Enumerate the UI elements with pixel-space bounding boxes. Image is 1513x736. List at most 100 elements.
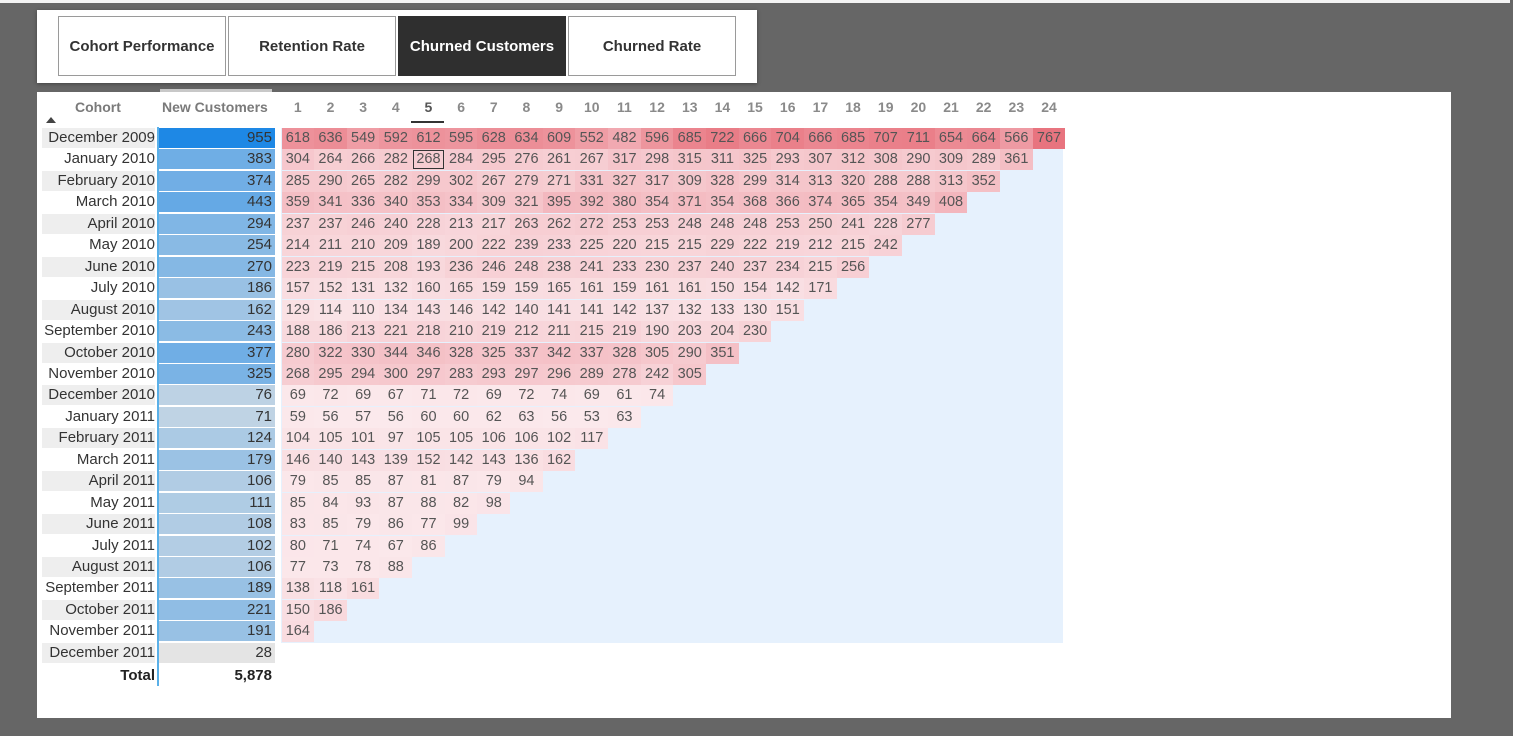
matrix-cell[interactable]: 228 xyxy=(869,213,903,235)
matrix-cell[interactable]: 267 xyxy=(575,149,609,171)
matrix-cell[interactable]: 161 xyxy=(346,578,380,600)
matrix-cell[interactable]: 134 xyxy=(379,299,413,321)
matrix-cell[interactable]: 99 xyxy=(444,514,478,536)
matrix-cell[interactable]: 106 xyxy=(510,428,543,450)
matrix-cell[interactable]: 53 xyxy=(575,406,609,428)
matrix-cell[interactable]: 69 xyxy=(346,385,380,407)
matrix-cell[interactable]: 711 xyxy=(902,128,935,149)
matrix-cell[interactable]: 236 xyxy=(444,256,478,278)
matrix-cell[interactable]: 566 xyxy=(1000,128,1033,149)
matrix-cell[interactable]: 295 xyxy=(314,363,347,385)
matrix-cell[interactable]: 60 xyxy=(444,406,478,428)
period-header-22[interactable]: 22 xyxy=(967,98,1000,116)
matrix-cell[interactable]: 331 xyxy=(575,170,609,192)
matrix-cell[interactable]: 349 xyxy=(902,192,935,214)
period-header-5[interactable]: 5 xyxy=(412,98,445,116)
matrix-cell[interactable]: 74 xyxy=(346,535,380,557)
matrix-cell[interactable]: 139 xyxy=(379,449,413,471)
period-header-20[interactable]: 20 xyxy=(902,98,935,116)
matrix-cell[interactable]: 297 xyxy=(510,363,543,385)
matrix-cell[interactable]: 101 xyxy=(346,428,380,450)
matrix-cell[interactable]: 237 xyxy=(673,256,707,278)
matrix-cell[interactable]: 105 xyxy=(412,428,445,450)
matrix-cell[interactable]: 666 xyxy=(738,128,772,149)
matrix-cell[interactable]: 132 xyxy=(673,299,707,321)
matrix-cell[interactable]: 86 xyxy=(412,535,445,557)
matrix-cell[interactable]: 309 xyxy=(934,149,968,171)
matrix-cell[interactable]: 289 xyxy=(575,363,609,385)
matrix-cell[interactable]: 248 xyxy=(738,213,772,235)
matrix-cell[interactable]: 219 xyxy=(314,256,347,278)
matrix-cell[interactable]: 240 xyxy=(706,256,739,278)
matrix-cell[interactable]: 61 xyxy=(608,385,641,407)
period-header-12[interactable]: 12 xyxy=(641,98,674,116)
matrix-cell[interactable]: 722 xyxy=(706,128,739,149)
matrix-cell[interactable]: 142 xyxy=(771,278,805,300)
matrix-cell[interactable]: 237 xyxy=(281,213,315,235)
matrix-cell[interactable]: 186 xyxy=(314,599,347,621)
matrix-cell[interactable]: 293 xyxy=(477,363,511,385)
matrix-cell[interactable]: 299 xyxy=(738,170,772,192)
matrix-cell[interactable]: 308 xyxy=(869,149,903,171)
matrix-cell[interactable]: 79 xyxy=(346,514,380,536)
matrix-cell[interactable]: 482 xyxy=(608,128,641,149)
matrix-cell[interactable]: 210 xyxy=(346,235,380,257)
period-header-16[interactable]: 16 xyxy=(771,98,804,116)
matrix-cell[interactable]: 215 xyxy=(346,256,380,278)
matrix-cell[interactable]: 313 xyxy=(804,170,837,192)
matrix-cell[interactable]: 56 xyxy=(379,406,413,428)
matrix-cell[interactable]: 106 xyxy=(477,428,511,450)
matrix-cell[interactable]: 146 xyxy=(281,449,315,471)
matrix-cell[interactable]: 265 xyxy=(346,170,380,192)
matrix-cell[interactable]: 351 xyxy=(706,342,739,364)
tab-retention-rate[interactable]: Retention Rate xyxy=(228,16,396,76)
matrix-cell[interactable]: 214 xyxy=(281,235,315,257)
matrix-cell[interactable]: 88 xyxy=(412,492,445,514)
matrix-cell[interactable]: 609 xyxy=(542,128,576,149)
matrix-cell[interactable]: 218 xyxy=(412,321,445,343)
matrix-cell[interactable]: 133 xyxy=(706,299,739,321)
matrix-cell[interactable]: 85 xyxy=(346,471,380,493)
matrix-cell[interactable]: 219 xyxy=(771,235,805,257)
matrix-cell[interactable]: 143 xyxy=(346,449,380,471)
tab-churned-customers[interactable]: Churned Customers xyxy=(398,16,566,76)
matrix-cell[interactable]: 317 xyxy=(640,170,674,192)
matrix-cell[interactable]: 298 xyxy=(640,149,674,171)
tab-cohort-performance[interactable]: Cohort Performance xyxy=(58,16,226,76)
matrix-cell[interactable]: 88 xyxy=(379,557,413,578)
matrix-cell[interactable]: 246 xyxy=(477,256,511,278)
matrix-cell[interactable]: 59 xyxy=(281,406,315,428)
matrix-cell[interactable]: 664 xyxy=(967,128,1001,149)
matrix-cell[interactable]: 237 xyxy=(314,213,347,235)
matrix-cell[interactable]: 268 xyxy=(281,363,315,385)
period-header-17[interactable]: 17 xyxy=(804,98,837,116)
matrix-cell[interactable]: 392 xyxy=(575,192,609,214)
matrix-cell[interactable]: 142 xyxy=(608,299,641,321)
matrix-cell[interactable]: 297 xyxy=(412,363,445,385)
matrix-cell[interactable]: 151 xyxy=(771,299,805,321)
matrix-cell[interactable]: 221 xyxy=(379,321,413,343)
matrix-cell[interactable]: 137 xyxy=(640,299,674,321)
matrix-cell[interactable]: 142 xyxy=(444,449,478,471)
matrix-cell[interactable]: 162 xyxy=(542,449,576,471)
matrix-cell[interactable]: 57 xyxy=(346,406,380,428)
matrix-cell[interactable]: 203 xyxy=(673,321,707,343)
matrix-cell[interactable]: 73 xyxy=(314,557,347,578)
matrix-cell[interactable]: 188 xyxy=(281,321,315,343)
matrix-cell[interactable]: 220 xyxy=(608,235,641,257)
matrix-cell[interactable]: 328 xyxy=(444,342,478,364)
matrix-cell[interactable]: 277 xyxy=(902,213,935,235)
matrix-cell[interactable]: 87 xyxy=(379,471,413,493)
matrix-cell[interactable]: 365 xyxy=(836,192,870,214)
cohort-column-header[interactable]: Cohort xyxy=(75,98,121,116)
matrix-cell[interactable]: 282 xyxy=(379,170,413,192)
period-header-24[interactable]: 24 xyxy=(1033,98,1066,116)
matrix-cell[interactable]: 285 xyxy=(281,170,315,192)
matrix-cell[interactable]: 165 xyxy=(444,278,478,300)
matrix-cell[interactable]: 296 xyxy=(542,363,576,385)
matrix-cell[interactable]: 767 xyxy=(1032,128,1066,149)
matrix-cell[interactable]: 250 xyxy=(804,213,837,235)
matrix-cell[interactable]: 72 xyxy=(510,385,543,407)
matrix-cell[interactable]: 98 xyxy=(477,492,511,514)
matrix-cell[interactable]: 342 xyxy=(542,342,576,364)
